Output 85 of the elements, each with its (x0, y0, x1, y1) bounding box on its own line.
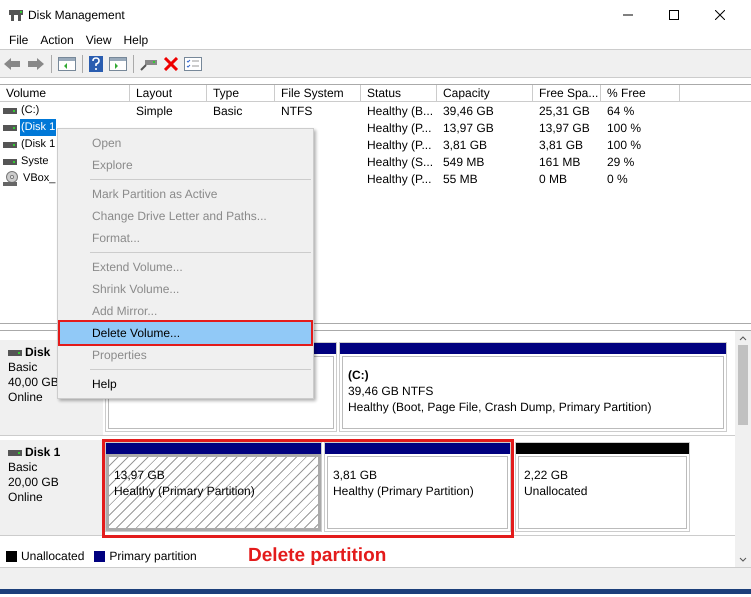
legend-label: Primary partition (109, 548, 197, 565)
column-header[interactable]: Type (207, 85, 275, 101)
back-icon[interactable] (3, 56, 21, 70)
disk-name: Disk (25, 345, 50, 360)
menu-item[interactable]: Help (118, 30, 154, 48)
disk-status: Online (8, 390, 44, 405)
partition-info: Healthy (Primary Partition) (114, 483, 255, 499)
scrollbar[interactable] (735, 331, 751, 567)
menu-item[interactable]: View (80, 30, 118, 48)
table-cell: Healthy (P... (367, 172, 432, 186)
table-cell: 100 % (607, 120, 642, 134)
partition-block[interactable]: 13,97 GB Healthy (Primary Partition) (105, 442, 322, 532)
panel-icon[interactable] (58, 56, 76, 70)
table-cell: 3,81 GB (443, 138, 488, 152)
column-header[interactable]: % Free (601, 85, 680, 101)
table-cell[interactable]: (Disk 1 (20, 119, 56, 136)
partition-info: 39,46 GB NTFS (348, 383, 434, 399)
disk-name: Disk 1 (25, 445, 60, 460)
partition-info: 2,22 GB (524, 467, 568, 483)
scrollbar-thumb[interactable] (738, 345, 748, 425)
table-cell: 549 MB (443, 154, 484, 168)
table-cell[interactable]: (C:) (20, 102, 40, 119)
legend-label: Unallocated (21, 548, 84, 565)
maximize-icon (669, 10, 679, 20)
table-cell[interactable]: VBox_ (22, 170, 56, 187)
disk-status: Online (8, 490, 44, 505)
table-cell[interactable]: Syste (20, 153, 50, 170)
disk-management-icon (8, 8, 24, 22)
table-cell: NTFS (281, 104, 312, 118)
table-cell: 0 % (607, 172, 628, 186)
table-cell: 39,46 GB (443, 104, 494, 118)
table-cell: 25,31 GB (539, 104, 590, 118)
table-cell: 161 MB (539, 154, 580, 168)
menu-item[interactable]: Delete Volume... (60, 322, 311, 344)
drive-icon (8, 348, 22, 356)
column-header[interactable]: Layout (130, 85, 207, 101)
menu-item[interactable]: Help (60, 373, 311, 395)
drive-icon (3, 106, 17, 114)
column-header[interactable]: Capacity (437, 85, 533, 101)
table-cell: Basic (213, 104, 242, 118)
drive-icon (3, 124, 17, 132)
disk-type: Basic (8, 360, 38, 375)
disc-drive-icon (3, 170, 19, 186)
column-header[interactable]: Free Spa... (533, 85, 601, 101)
menu-item[interactable]: File (3, 30, 34, 48)
partition-info: (C:) (348, 367, 369, 383)
table-cell: 13,97 GB (443, 120, 494, 134)
partition-block[interactable]: 2,22 GB Unallocated (515, 442, 690, 532)
table-cell: 0 MB (539, 172, 568, 186)
partition-block[interactable]: 3,81 GB Healthy (Primary Partition) (324, 442, 511, 532)
table-cell: Healthy (P... (367, 120, 432, 134)
table-cell: Healthy (B... (367, 104, 434, 118)
delete-icon[interactable] (164, 56, 178, 70)
table-cell: 13,97 GB (539, 120, 590, 134)
partition-info: 3,81 GB (333, 467, 378, 483)
close-icon (715, 10, 725, 20)
checklist-icon[interactable] (184, 56, 202, 70)
table-cell: Simple (136, 104, 173, 118)
disk-type: Basic (8, 460, 38, 475)
table-cell: 3,81 GB (539, 138, 584, 152)
partition-info: Healthy (Boot, Page File, Crash Dump, Primary Partition) (348, 399, 652, 415)
panel-icon[interactable] (109, 56, 127, 70)
drive-icon (3, 140, 17, 148)
column-header[interactable]: Volume (0, 85, 130, 101)
menu-item[interactable]: Action (34, 30, 80, 48)
drive-icon (3, 158, 17, 166)
drive-icon (8, 448, 22, 456)
table-cell: 55 MB (443, 172, 478, 186)
forward-icon[interactable] (27, 56, 45, 70)
table-cell: 100 % (607, 138, 642, 152)
table-cell[interactable]: (Disk 1 (20, 136, 56, 153)
partition-info: Healthy (Primary Partition) (333, 483, 474, 499)
disk-size: 20,00 GB (8, 475, 60, 490)
annotation-label: Delete partition (248, 544, 386, 568)
help-icon[interactable] (89, 56, 103, 72)
window-title: Disk Management (28, 7, 125, 24)
table-cell: 64 % (607, 104, 634, 118)
partition-block[interactable]: (C:) 39,46 GB NTFS Healthy (Boot, Page File, Crash Dump, Primary Partition) (339, 342, 727, 432)
column-header[interactable]: Status (361, 85, 437, 101)
table-cell: 29 % (607, 154, 634, 168)
partition-info: Unallocated (524, 483, 588, 499)
table-cell: Healthy (S... (367, 154, 434, 168)
table-cell: Healthy (P... (367, 138, 432, 152)
partition-info: 13,97 GB (114, 467, 165, 483)
column-header[interactable]: File System (275, 85, 361, 101)
